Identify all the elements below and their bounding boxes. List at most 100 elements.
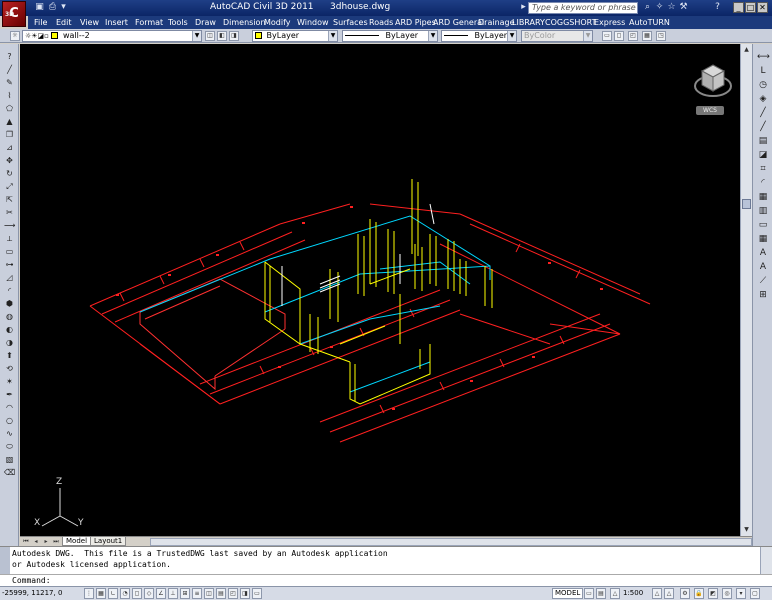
- grid-display-icon[interactable]: ▦: [96, 588, 106, 599]
- subtract-icon[interactable]: ◐: [4, 325, 15, 334]
- rotate-icon[interactable]: ↻: [4, 169, 15, 178]
- quick-view-layouts-icon[interactable]: ▭: [584, 588, 594, 599]
- scroll-thumb[interactable]: [742, 199, 751, 209]
- scroll-down-icon[interactable]: ▼: [742, 525, 751, 534]
- explode-icon[interactable]: ✶: [4, 377, 15, 386]
- fillet-icon[interactable]: ◜: [4, 286, 15, 295]
- attribute-icon[interactable]: ⌗: [757, 164, 769, 174]
- extend-icon[interactable]: ⟶: [4, 221, 15, 230]
- menu-autoturn[interactable]: AutoTURN: [629, 18, 670, 27]
- prev-tab-icon[interactable]: ◂: [32, 537, 40, 546]
- polar-tracking-icon[interactable]: ◔: [120, 588, 130, 599]
- pen-icon[interactable]: ✒: [4, 390, 15, 399]
- join-icon[interactable]: ⊶: [4, 260, 15, 269]
- insert-icon[interactable]: ◪: [757, 150, 769, 160]
- lengthen-icon[interactable]: L: [757, 66, 769, 76]
- locate-icon[interactable]: ╱: [757, 122, 769, 132]
- mirror-icon[interactable]: ⊿: [4, 143, 15, 152]
- transparency-icon[interactable]: ◫: [204, 588, 214, 599]
- solid-box-icon[interactable]: ⬢: [4, 299, 15, 308]
- drawing-canvas[interactable]: WCS Z Y X: [20, 44, 740, 536]
- communication-icon[interactable]: ✧: [654, 2, 665, 13]
- help-icon[interactable]: ?: [4, 52, 15, 61]
- search-icon[interactable]: ⌕: [642, 2, 653, 13]
- gradient-icon[interactable]: ▥: [757, 206, 769, 216]
- view-tool-icon[interactable]: ◳: [656, 31, 666, 41]
- arc-icon[interactable]: ◜: [757, 178, 769, 188]
- text-icon[interactable]: A: [757, 248, 769, 258]
- polyline-icon[interactable]: ⌇: [4, 91, 15, 100]
- dynamic-ucs-icon[interactable]: ⊥: [168, 588, 178, 599]
- menu-ard-pipes[interactable]: ARD Pipes: [395, 18, 436, 27]
- save-icon[interactable]: ▣: [34, 2, 45, 13]
- maximize-button[interactable]: □: [745, 2, 756, 13]
- break-icon[interactable]: ⟂: [4, 234, 15, 243]
- view-tool-icon[interactable]: ▦: [642, 31, 652, 41]
- coordinates-icon[interactable]: ⊞: [757, 290, 769, 300]
- lineweight-dropdown[interactable]: ByLayer ▼: [441, 30, 517, 42]
- menu-view[interactable]: View: [80, 18, 99, 27]
- auto-scale-icon[interactable]: △: [664, 588, 674, 599]
- linetype-dropdown[interactable]: ByLayer ▼: [342, 30, 438, 42]
- 3d-osnap-icon[interactable]: ◇: [144, 588, 154, 599]
- union-icon[interactable]: ◍: [4, 312, 15, 321]
- annotation-scale-icon[interactable]: △: [610, 588, 620, 599]
- circle-icon[interactable]: ○: [4, 416, 15, 425]
- clean-screen-icon[interactable]: ▢: [750, 588, 760, 599]
- annotation-monitor-icon[interactable]: ◨: [240, 588, 250, 599]
- isolate-objects-icon[interactable]: ◎: [722, 588, 732, 599]
- menu-format[interactable]: Format: [135, 18, 163, 27]
- chamfer-icon[interactable]: ◿: [4, 273, 15, 282]
- search-input[interactable]: Type a keyword or phrase: [528, 2, 638, 14]
- hatch-icon[interactable]: ▧: [4, 455, 15, 464]
- workspace-switching-icon[interactable]: ⚙: [680, 588, 690, 599]
- tools-icon[interactable]: ⚒: [678, 2, 689, 13]
- view-tool-icon[interactable]: ▭: [602, 31, 612, 41]
- ellipse-icon[interactable]: ⬭: [4, 442, 15, 451]
- line-icon[interactable]: ╱: [4, 65, 15, 74]
- view-tool-icon[interactable]: ◻: [614, 31, 624, 41]
- tab-layout1[interactable]: Layout1: [90, 537, 127, 546]
- menu-library[interactable]: LIBRARY: [512, 18, 545, 27]
- layer-on-icon[interactable]: ☼: [10, 31, 20, 41]
- view-tool-icon[interactable]: ◰: [628, 31, 638, 41]
- mtext-icon[interactable]: A: [757, 262, 769, 272]
- status-menu-icon[interactable]: ▾: [736, 588, 746, 599]
- hardware-acceleration-icon[interactable]: ◩: [708, 588, 718, 599]
- annotation-visibility-icon[interactable]: △: [652, 588, 662, 599]
- make-current-layer-icon[interactable]: ◫: [205, 31, 215, 41]
- spline-icon[interactable]: ∿: [4, 429, 15, 438]
- color-dropdown[interactable]: ByLayer ▼: [252, 30, 338, 42]
- minimize-button[interactable]: _: [733, 2, 744, 13]
- layer-states-icon[interactable]: ◨: [229, 31, 239, 41]
- layer-dropdown[interactable]: ☼☀◪▫ wall--2 ▼: [22, 30, 202, 42]
- lineweight-icon[interactable]: ≡: [192, 588, 202, 599]
- polygon-icon[interactable]: ⬠: [4, 104, 15, 113]
- close-button[interactable]: ✕: [757, 2, 768, 13]
- menu-edit[interactable]: Edit: [56, 18, 72, 27]
- revolve-icon[interactable]: ⟲: [4, 364, 15, 373]
- print-icon[interactable]: ⎙: [47, 2, 58, 13]
- extrude-icon[interactable]: ⬆: [4, 351, 15, 360]
- area-icon[interactable]: ◷: [757, 80, 769, 90]
- menu-draw[interactable]: Draw: [195, 18, 216, 27]
- arc-icon[interactable]: ◠: [4, 403, 15, 412]
- dynamic-input-icon[interactable]: ⊞: [180, 588, 190, 599]
- menu-insert[interactable]: Insert: [105, 18, 128, 27]
- plotstyle-dropdown[interactable]: ByColor ▼: [521, 30, 593, 42]
- menu-window[interactable]: Window: [297, 18, 329, 27]
- favorites-icon[interactable]: ☆: [666, 2, 677, 13]
- eraser-icon[interactable]: ⌫: [4, 468, 15, 477]
- trim-icon[interactable]: ✂: [4, 208, 15, 217]
- object-snap-tracking-icon[interactable]: ∠: [156, 588, 166, 599]
- lock-icon[interactable]: 🔒: [694, 588, 704, 599]
- first-tab-icon[interactable]: ⏮: [22, 537, 30, 546]
- last-tab-icon[interactable]: ⏭: [52, 537, 60, 546]
- ortho-mode-icon[interactable]: ∟: [108, 588, 118, 599]
- scale-icon[interactable]: ⤢: [4, 182, 15, 191]
- stretch-icon[interactable]: ⇱: [4, 195, 15, 204]
- menu-drainage[interactable]: Drainage: [478, 18, 515, 27]
- menu-coggshort[interactable]: COGGSHORT: [545, 18, 597, 27]
- chevron-down-icon[interactable]: ▾: [58, 2, 69, 13]
- layer-previous-icon[interactable]: ◧: [217, 31, 227, 41]
